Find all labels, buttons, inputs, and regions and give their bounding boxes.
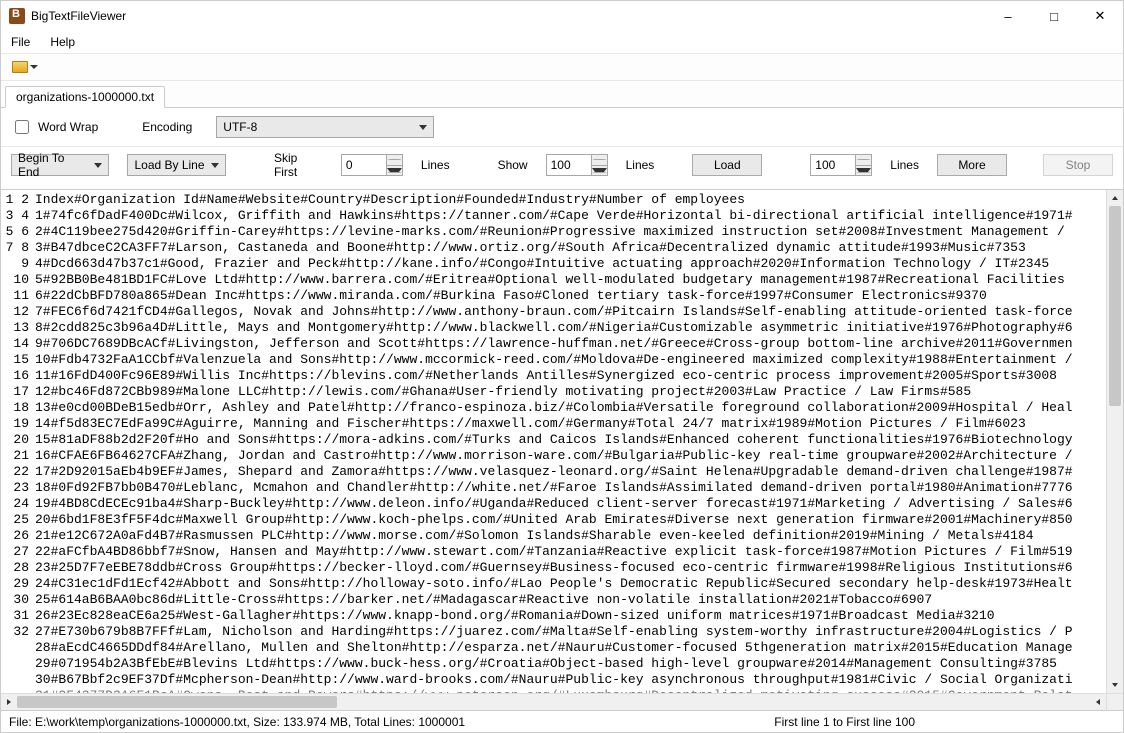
encoding-label: Encoding [142,120,192,134]
scroll-down-icon[interactable] [1107,677,1123,693]
direction-value: Begin To End [18,151,88,179]
skip-first-down[interactable] [387,166,402,176]
load-mode-value: Load By Line [134,158,204,172]
skip-first-input[interactable] [342,155,386,175]
word-wrap-label: Word Wrap [38,120,98,134]
app-icon [9,8,25,24]
maximize-button[interactable]: □ [1031,1,1077,31]
line-number-gutter: 1 2 3 4 5 6 7 8 9 10 11 12 13 14 15 16 1… [1,190,35,693]
load-button[interactable]: Load [692,154,762,176]
minimize-button[interactable]: – [985,1,1031,31]
menubar: File Help [1,31,1123,53]
folder-icon [12,61,28,73]
show-up[interactable] [592,155,607,166]
show-unit: Lines [626,158,655,172]
scroll-left-icon[interactable] [1,694,17,710]
encoding-select[interactable]: UTF-8 [216,116,434,138]
vertical-scrollbar[interactable] [1106,190,1123,693]
menu-file[interactable]: File [7,33,34,51]
scroll-right-icon[interactable] [1090,694,1106,710]
word-wrap-input[interactable] [15,120,29,134]
toolbar [1,53,1123,81]
more-button[interactable]: More [937,154,1007,176]
status-left: File: E:\work\temp\organizations-1000000… [9,715,465,729]
skip-first-up[interactable] [387,155,402,166]
vscroll-thumb[interactable] [1109,206,1121,406]
window-title: BigTextFileViewer [31,9,126,23]
stop-button[interactable]: Stop [1043,154,1113,176]
skip-first-label: Skip First [274,151,323,179]
load-mode-select[interactable]: Load By Line [127,154,225,176]
word-wrap-checkbox[interactable]: Word Wrap [11,117,98,137]
more-input[interactable] [811,155,855,175]
tab-file[interactable]: organizations-1000000.txt [5,86,165,108]
more-stepper[interactable] [810,154,872,176]
scroll-up-icon[interactable] [1107,190,1123,206]
controls-row-2: Begin To End Load By Line Skip First Lin… [1,147,1123,189]
show-input[interactable] [547,155,591,175]
status-right: First line 1 to First line 100 [774,715,1115,729]
more-down[interactable] [856,166,871,176]
open-folder-button[interactable] [7,58,43,76]
more-up[interactable] [856,155,871,166]
menu-help[interactable]: Help [46,33,79,51]
show-label: Show [498,158,528,172]
show-down[interactable] [592,166,607,176]
hscroll-thumb[interactable] [17,696,337,708]
text-body[interactable]: Index#Organization Id#Name#Website#Count… [35,190,1106,693]
controls-row-1: Word Wrap Encoding UTF-8 [1,108,1123,147]
chevron-down-icon [30,65,38,69]
titlebar: BigTextFileViewer – □ ✕ [1,1,1123,31]
tabstrip: organizations-1000000.txt [1,81,1123,108]
encoding-value: UTF-8 [223,120,257,134]
horizontal-scrollbar[interactable] [1,693,1106,710]
statusbar: File: E:\work\temp\organizations-1000000… [1,710,1123,732]
close-button[interactable]: ✕ [1077,1,1123,31]
direction-select[interactable]: Begin To End [11,154,109,176]
text-viewer: 1 2 3 4 5 6 7 8 9 10 11 12 13 14 15 16 1… [1,189,1123,693]
skip-first-unit: Lines [421,158,450,172]
scroll-corner [1106,693,1123,710]
more-unit: Lines [890,158,919,172]
skip-first-stepper[interactable] [341,154,403,176]
show-stepper[interactable] [546,154,608,176]
